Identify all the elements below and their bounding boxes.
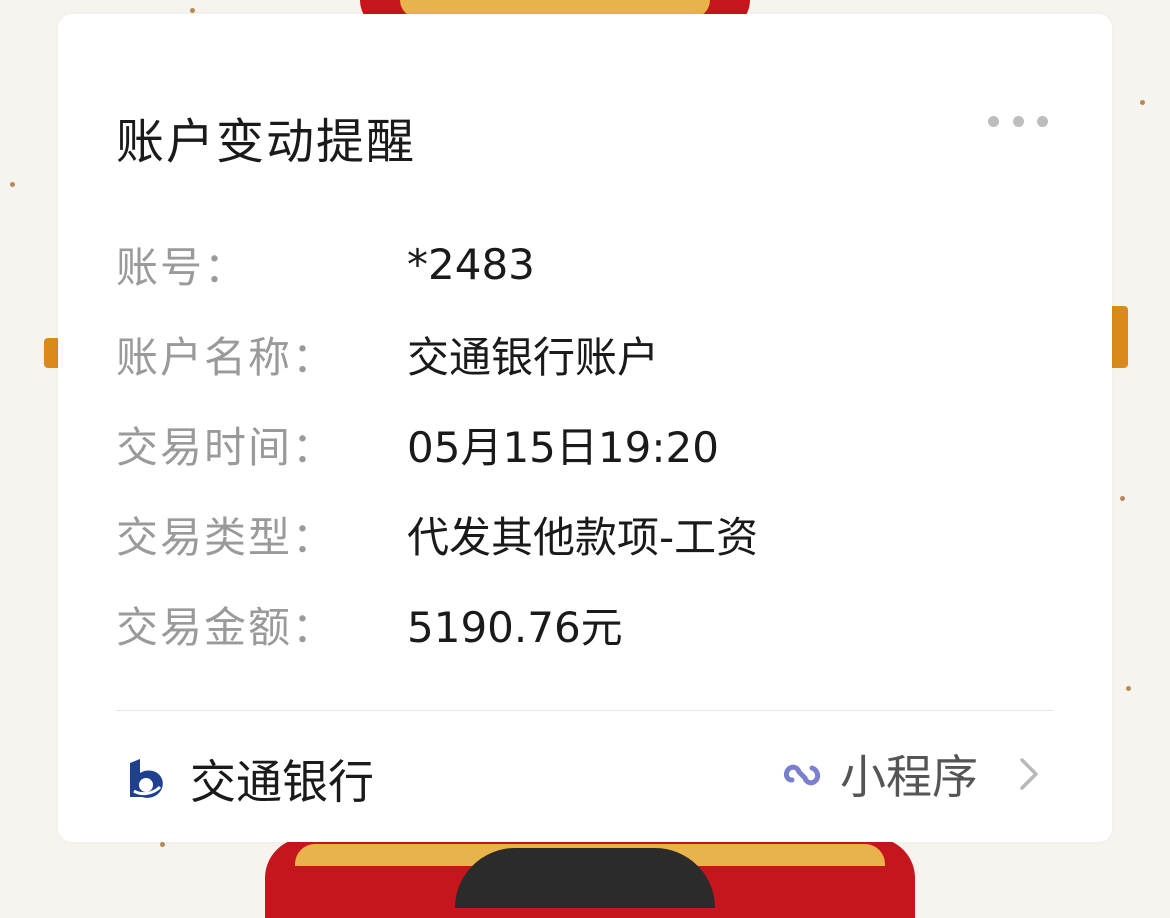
field-row-transaction-type: 交易类型： 代发其他款项-工资 [116,489,1066,579]
mini-program-link[interactable]: 小程序 [778,746,1058,804]
field-row-account-number: 账号： *2483 [116,219,1066,309]
field-value: 代发其他款项-工资 [407,512,759,562]
ellipsis-icon [988,115,999,127]
more-options-button[interactable] [988,106,1048,136]
transaction-details: 账号： *2483 账户名称： 交通银行账户 交易时间： 05月15日19:20… [116,219,1066,669]
field-row-transaction-amount: 交易金额： 5190.76元 [116,579,1066,669]
field-value: *2483 [407,239,535,289]
field-value: 05月15日19:20 [407,422,719,472]
field-value: 交通银行账户 [407,332,660,382]
background-speck [10,182,15,187]
bank-logo-icon [130,759,163,798]
background-speck [1140,100,1145,105]
ellipsis-icon [1012,115,1024,127]
card-title: 账户变动提醒 [116,114,417,170]
field-value: 5190.76元 [407,602,623,652]
field-label: 账户名称： [116,332,337,382]
field-row-account-name: 账户名称： 交通银行账户 [116,309,1066,399]
background-speck [1120,496,1125,501]
account-change-notification-card[interactable]: 账户变动提醒 账号： *2483 账户名称： 交通银行账户 交易时间： 05月1… [58,14,1112,842]
bank-name: 交通银行 [190,755,374,809]
chevron-right-icon [1020,758,1038,790]
field-row-transaction-time: 交易时间： 05月15日19:20 [116,399,1066,489]
ellipsis-icon [1037,115,1048,127]
field-label: 交易类型： [116,512,337,562]
mini-program-label: 小程序 [840,750,978,804]
mini-program-icon [783,764,821,786]
background-speck [160,842,165,847]
field-label: 账号： [116,242,249,292]
background-speck [1126,686,1131,691]
background-speck [190,8,195,13]
field-label: 交易时间： [116,422,337,472]
background-decoration-bottom [265,838,915,918]
divider [116,710,1054,711]
bank-source-link[interactable]: 交通银行 [124,746,374,812]
field-label: 交易金额： [116,602,337,652]
